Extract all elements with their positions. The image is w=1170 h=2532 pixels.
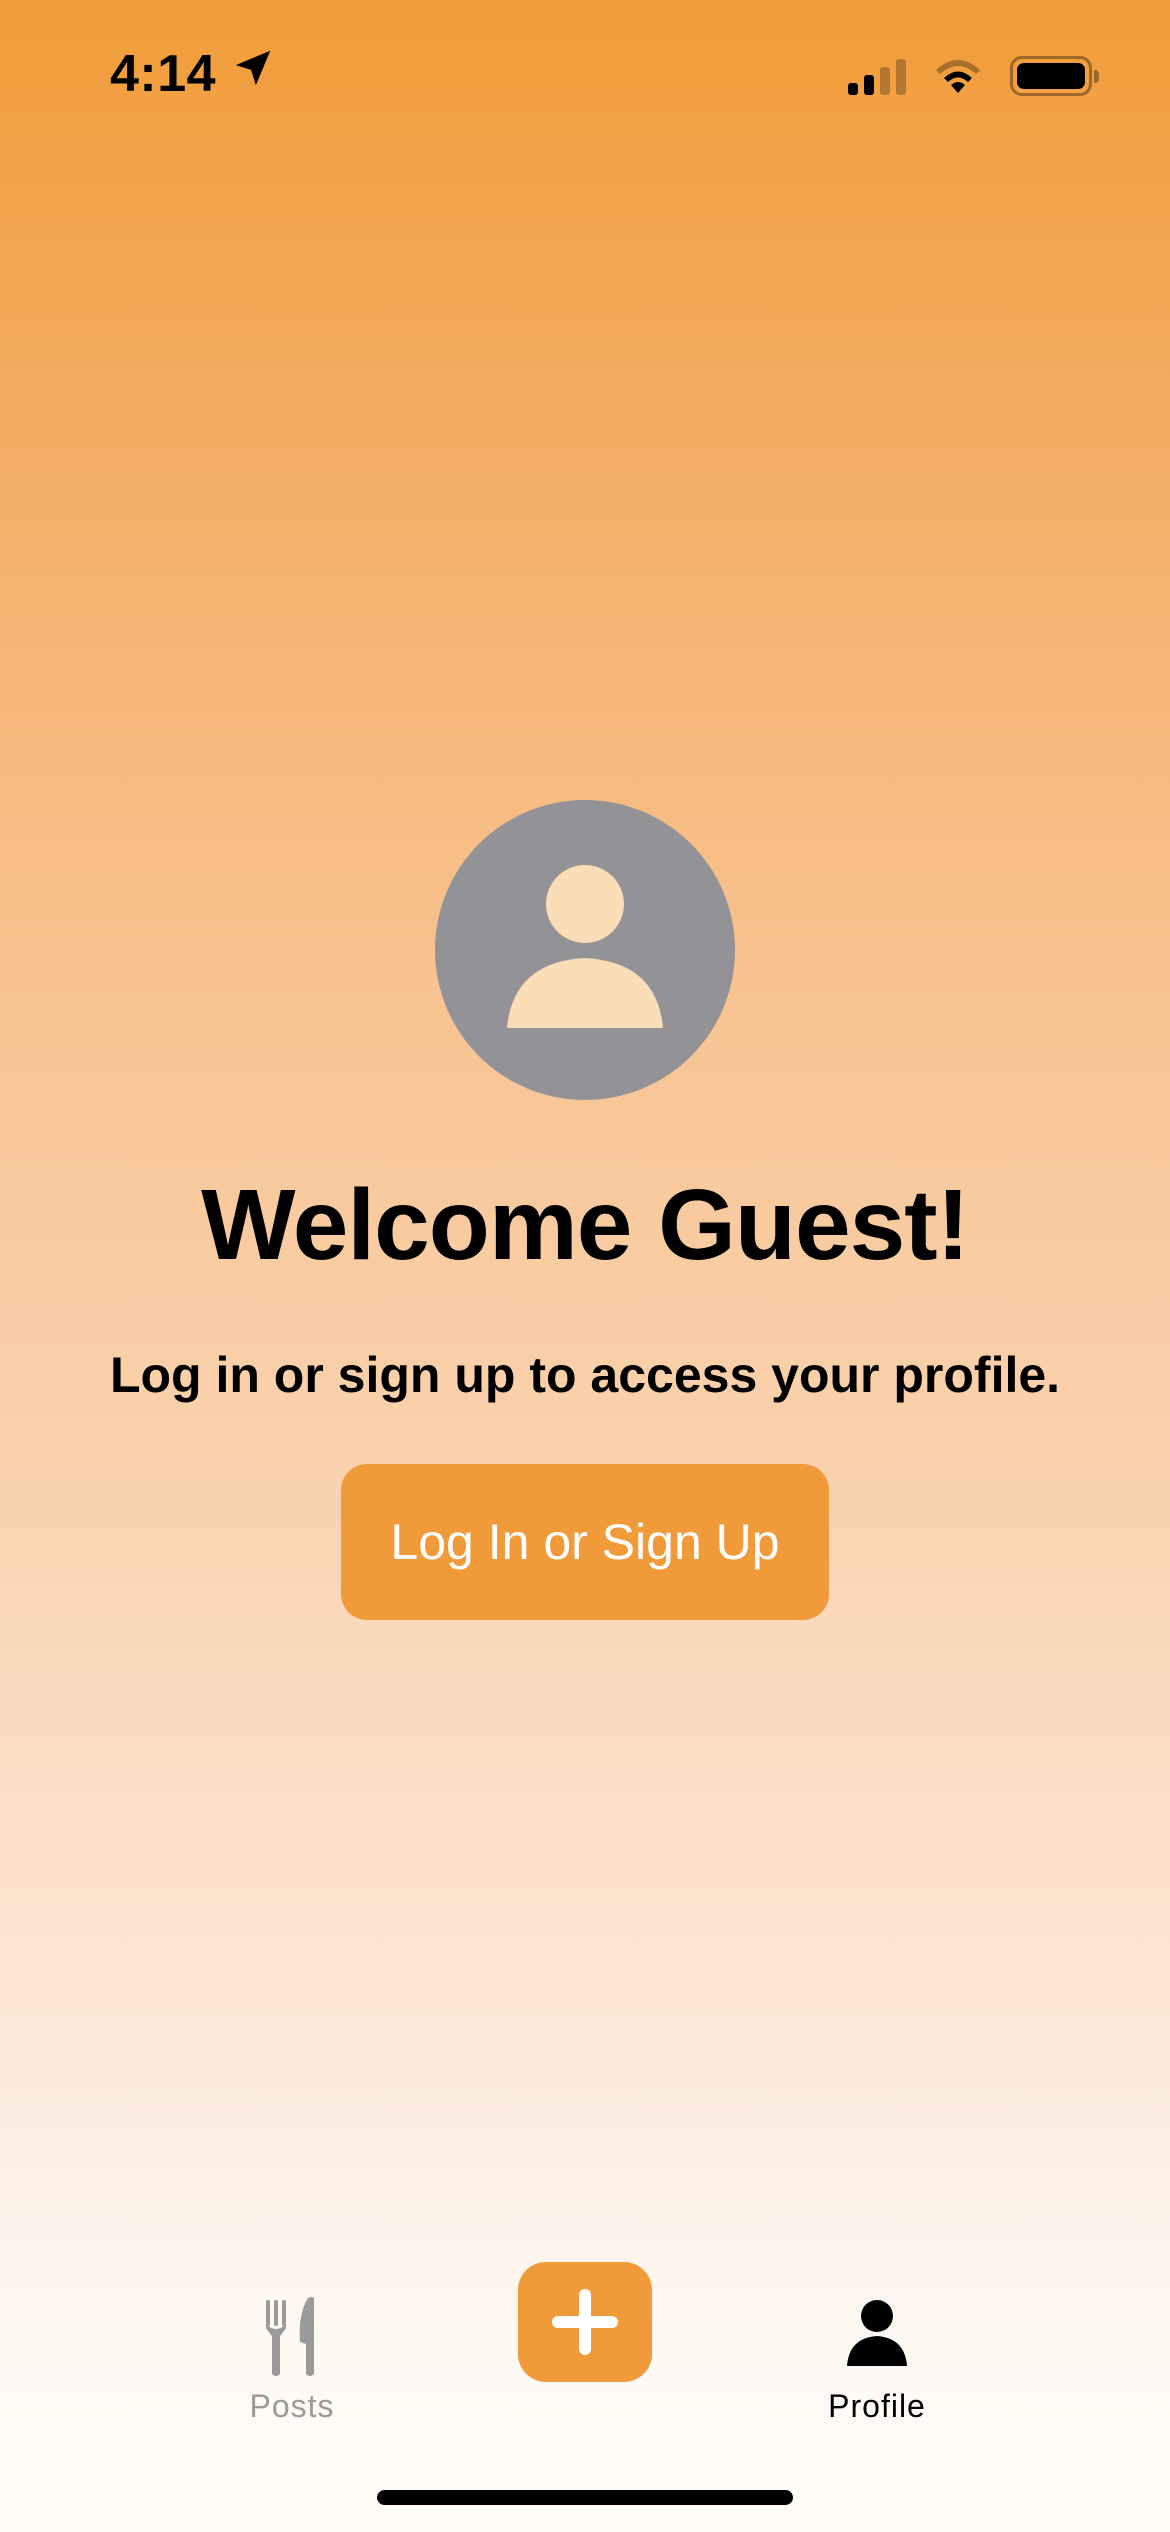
- tab-posts[interactable]: Posts: [192, 2294, 392, 2425]
- home-indicator[interactable]: [377, 2490, 793, 2505]
- tab-posts-label: Posts: [249, 2388, 335, 2424]
- cellular-signal-icon: [848, 57, 906, 95]
- location-arrow-icon: [230, 44, 276, 104]
- status-time-text: 4:14: [110, 45, 217, 103]
- welcome-title: Welcome Guest!: [201, 1169, 970, 1281]
- fork-knife-icon: [252, 2294, 332, 2378]
- tab-profile-label: Profile: [828, 2388, 926, 2424]
- avatar: [435, 800, 735, 1100]
- welcome-subtitle: Log in or sign up to access your profile…: [109, 1347, 1061, 1403]
- tab-profile[interactable]: Profile: [777, 2294, 977, 2425]
- battery-icon: [1010, 56, 1099, 96]
- plus-icon: [552, 2289, 618, 2355]
- login-signup-button[interactable]: Log In or Sign Up: [341, 1464, 829, 1620]
- add-post-button[interactable]: [518, 2262, 652, 2382]
- status-bar: 4:14: [0, 0, 1170, 150]
- status-time: 4:14: [110, 44, 276, 104]
- wifi-icon: [932, 57, 984, 95]
- status-icons: [848, 56, 1099, 96]
- tab-bar: Posts Profile: [0, 2250, 1170, 2450]
- person-circle-icon: [507, 865, 663, 1028]
- person-icon: [837, 2294, 917, 2378]
